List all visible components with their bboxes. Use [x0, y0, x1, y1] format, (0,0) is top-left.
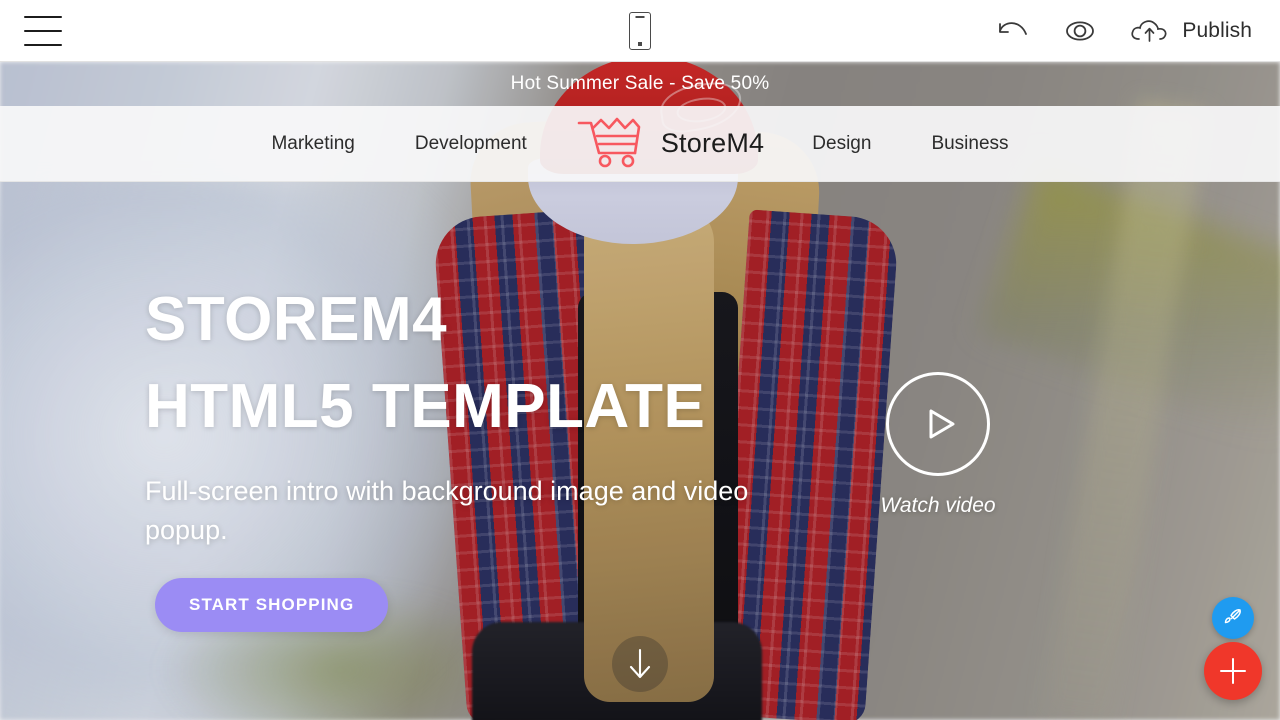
hamburger-menu-icon[interactable] [24, 15, 62, 46]
publish-label: Publish [1182, 18, 1252, 42]
hero-subtitle: Full-screen intro with background image … [145, 476, 749, 545]
editor-actions: Publish [996, 16, 1252, 46]
style-fab-button[interactable] [1212, 597, 1254, 639]
promo-banner[interactable]: Hot Summer Sale - Save 50% [0, 62, 1280, 106]
mobile-phone-icon[interactable] [629, 11, 651, 50]
start-shopping-button[interactable]: START SHOPPING [155, 578, 389, 632]
promo-text: Hot Summer Sale - Save 50% [510, 73, 770, 94]
editor-toolbar: Publish [0, 0, 1280, 62]
watch-video-button[interactable]: Watch video [880, 372, 996, 518]
nav-item-business[interactable]: Business [901, 133, 1038, 155]
watch-video-label: Watch video [880, 494, 996, 517]
brand-name: StoreM4 [660, 128, 765, 158]
hero-title: STOREM4 HTML5 TEMPLATE [145, 285, 706, 441]
nav-item-marketing[interactable]: Marketing [241, 133, 384, 155]
scroll-down-button[interactable] [612, 636, 668, 692]
paintbrush-icon [1224, 609, 1241, 624]
play-circle-icon [886, 372, 990, 476]
eye-preview-icon[interactable] [1060, 18, 1100, 44]
add-block-fab-button[interactable] [1204, 642, 1262, 700]
hamburger-line [24, 15, 62, 18]
hamburger-line [24, 29, 62, 32]
cloud-upload-icon [1128, 16, 1172, 46]
device-preview-group [629, 11, 651, 50]
hamburger-line [24, 43, 62, 46]
site-navbar: Marketing Development StoreM4 Design Bus… [0, 106, 1280, 182]
plus-icon [1220, 658, 1246, 684]
site-brand[interactable]: StoreM4 [557, 114, 782, 173]
undo-arrow-icon[interactable] [996, 18, 1032, 44]
shopping-cart-icon [575, 114, 651, 173]
nav-item-design[interactable]: Design [782, 133, 901, 155]
publish-button[interactable]: Publish [1128, 16, 1252, 46]
arrow-down-icon [629, 648, 651, 679]
nav-item-development[interactable]: Development [385, 133, 557, 155]
page-canvas: STOREM4 HTML5 TEMPLATE Full-screen intro… [0, 62, 1280, 720]
